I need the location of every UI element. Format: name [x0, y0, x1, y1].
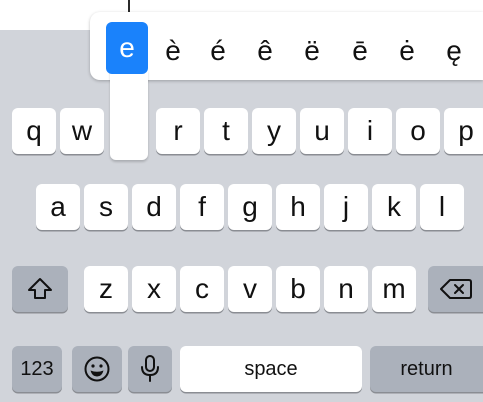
- key-q[interactable]: q: [12, 108, 56, 154]
- key-x[interactable]: x: [132, 266, 176, 312]
- key-j[interactable]: j: [324, 184, 368, 230]
- key-label: b: [290, 273, 306, 304]
- emoji-icon: [83, 355, 111, 383]
- key-label: l: [438, 191, 446, 222]
- key-s[interactable]: s: [84, 184, 128, 230]
- key-label: m: [382, 273, 406, 304]
- accent-label: ė: [399, 35, 415, 66]
- key-w[interactable]: w: [60, 108, 104, 154]
- key-label: p: [458, 115, 474, 146]
- key-n[interactable]: n: [324, 266, 368, 312]
- key-label: n: [338, 273, 354, 304]
- key-label: s: [99, 191, 113, 222]
- key-label: d: [146, 191, 162, 222]
- key-f[interactable]: f: [180, 184, 224, 230]
- accent-option[interactable]: é: [197, 26, 239, 76]
- accent-option[interactable]: ë: [291, 26, 333, 76]
- accent-label: e: [119, 32, 135, 63]
- key-label: r: [173, 115, 183, 146]
- keyboard: q w e r t y u i o p a s d f g h j k l z …: [0, 30, 483, 402]
- key-g[interactable]: g: [228, 184, 272, 230]
- key-l[interactable]: l: [420, 184, 464, 230]
- accent-option[interactable]: ė: [386, 26, 428, 76]
- shift-icon: [27, 277, 53, 301]
- key-t[interactable]: t: [204, 108, 248, 154]
- accent-popup-stem: [110, 70, 148, 160]
- accent-option[interactable]: ę: [433, 26, 475, 76]
- key-p[interactable]: p: [444, 108, 483, 154]
- key-y[interactable]: y: [252, 108, 296, 154]
- key-label: z: [99, 273, 113, 304]
- key-u[interactable]: u: [300, 108, 344, 154]
- accent-label: ē: [352, 35, 368, 66]
- numbers-key[interactable]: 123: [12, 346, 62, 392]
- key-m[interactable]: m: [372, 266, 416, 312]
- dictation-key[interactable]: [128, 346, 172, 392]
- space-key-label: space: [244, 358, 298, 380]
- accent-label: ę: [446, 35, 462, 66]
- key-label: o: [410, 115, 426, 146]
- key-h[interactable]: h: [276, 184, 320, 230]
- key-label: g: [242, 191, 258, 222]
- key-label: h: [290, 191, 306, 222]
- accent-option[interactable]: ê: [244, 26, 286, 76]
- accent-option[interactable]: è: [152, 26, 194, 76]
- key-c[interactable]: c: [180, 266, 224, 312]
- accent-label: ê: [257, 35, 273, 66]
- key-r[interactable]: r: [156, 108, 200, 154]
- shift-key[interactable]: [12, 266, 68, 312]
- key-d[interactable]: d: [132, 184, 176, 230]
- key-z[interactable]: z: [84, 266, 128, 312]
- microphone-icon: [139, 354, 161, 384]
- accent-option[interactable]: ē: [339, 26, 381, 76]
- key-label: k: [387, 191, 401, 222]
- delete-icon: [439, 277, 472, 301]
- numbers-key-label: 123: [20, 358, 54, 380]
- accent-label: è: [165, 35, 181, 66]
- key-label: t: [222, 115, 230, 146]
- key-label: a: [50, 191, 66, 222]
- key-label: u: [314, 115, 330, 146]
- keyboard-screen: q w e r t y u i o p a s d f g h j k l z …: [0, 0, 483, 402]
- key-a[interactable]: a: [36, 184, 80, 230]
- accent-label: é: [210, 35, 226, 66]
- return-key[interactable]: return: [370, 346, 483, 392]
- key-label: f: [198, 191, 206, 222]
- key-label: x: [147, 273, 161, 304]
- key-label: j: [342, 191, 350, 222]
- return-key-label: return: [400, 358, 453, 380]
- delete-key[interactable]: [428, 266, 483, 312]
- key-v[interactable]: v: [228, 266, 272, 312]
- key-k[interactable]: k: [372, 184, 416, 230]
- accent-label: ë: [304, 35, 320, 66]
- key-b[interactable]: b: [276, 266, 320, 312]
- key-label: y: [267, 115, 281, 146]
- accent-option-selected[interactable]: e: [106, 22, 148, 74]
- key-label: w: [71, 115, 93, 146]
- key-i[interactable]: i: [348, 108, 392, 154]
- emoji-key[interactable]: [72, 346, 122, 392]
- key-label: i: [366, 115, 374, 146]
- key-o[interactable]: o: [396, 108, 440, 154]
- key-label: q: [26, 115, 42, 146]
- space-key[interactable]: space: [180, 346, 362, 392]
- key-label: v: [243, 273, 257, 304]
- key-label: c: [195, 273, 209, 304]
